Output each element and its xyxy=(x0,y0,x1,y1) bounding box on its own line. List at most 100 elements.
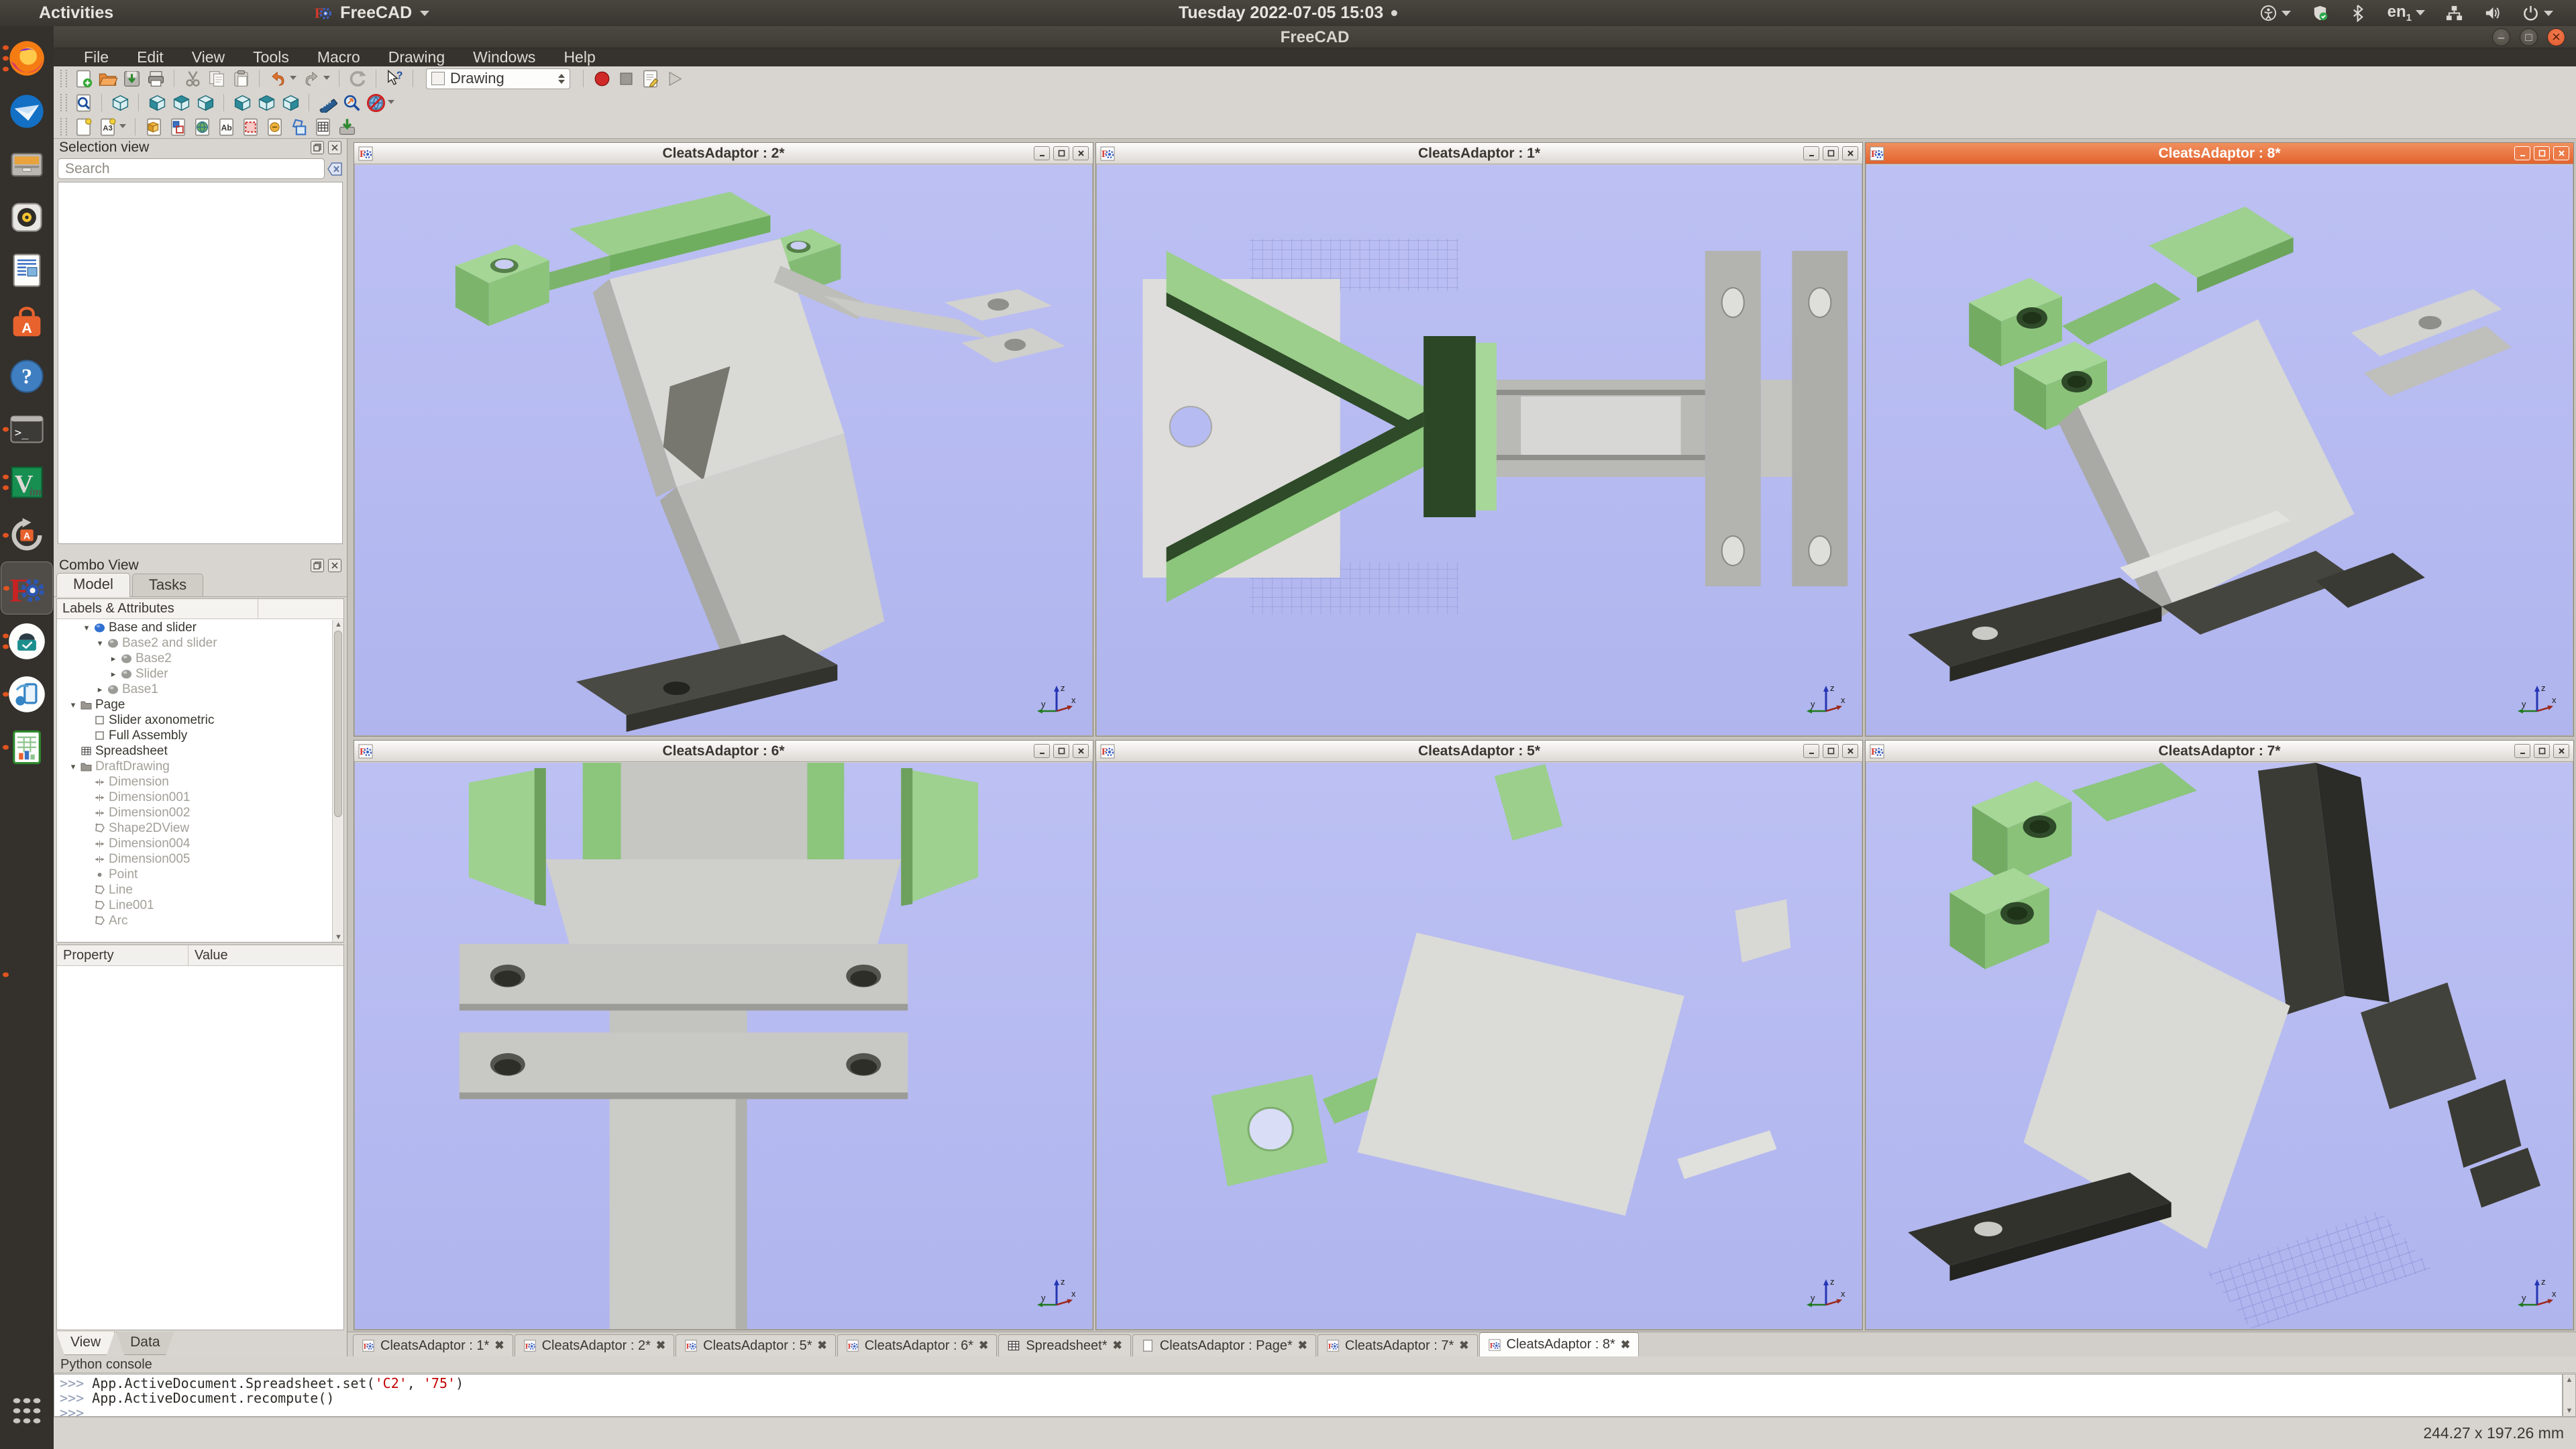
menu-edit[interactable]: Edit xyxy=(123,48,178,66)
close-icon[interactable]: ✖ xyxy=(656,1339,665,1352)
menu-file[interactable]: File xyxy=(70,48,123,66)
clip-group-button[interactable] xyxy=(238,116,262,138)
mdi-window-cleatsadaptor-2[interactable]: F CleatsAdaptor : 2* xyxy=(354,142,1093,737)
chevron-down-icon[interactable] xyxy=(323,76,330,80)
dock-item-thunderbird[interactable] xyxy=(1,85,53,138)
close-icon[interactable]: ✖ xyxy=(494,1339,504,1352)
close-icon[interactable]: ✖ xyxy=(1459,1339,1468,1352)
mdi-titlebar[interactable]: F CleatsAdaptor : 1* xyxy=(1096,143,1862,164)
property-column-header[interactable]: Property xyxy=(57,945,189,965)
mdi-window-cleatsadaptor-7[interactable]: F CleatsAdaptor : 7* xyxy=(1865,740,2574,1330)
dock-item-terminal[interactable]: >_ xyxy=(1,402,53,455)
new-document-button[interactable] xyxy=(71,68,95,90)
viewport-canvas-axonometric-8[interactable] xyxy=(1866,165,2573,735)
dock-item-device-app[interactable] xyxy=(1,667,53,720)
mdi-titlebar[interactable]: F CleatsAdaptor : 6* xyxy=(354,741,1093,762)
window-maximize-button[interactable]: □ xyxy=(2520,28,2538,46)
selection-list[interactable] xyxy=(58,182,343,544)
tray-keyboard-layout[interactable]: en1 xyxy=(2387,3,2425,23)
view-left-button[interactable] xyxy=(278,92,303,114)
mdi-minimize-button[interactable] xyxy=(2514,744,2530,758)
mdi-close-button[interactable] xyxy=(1073,744,1089,758)
window-close-button[interactable]: ✕ xyxy=(2547,28,2565,46)
close-icon[interactable]: ✖ xyxy=(1621,1338,1630,1352)
scroll-up-icon[interactable]: ▲ xyxy=(335,621,342,629)
dock-item-freecad[interactable]: F xyxy=(1,561,53,614)
dock-item-vim[interactable]: Vim xyxy=(1,455,53,508)
mdi-minimize-button[interactable] xyxy=(2514,146,2530,160)
macro-stop-button[interactable] xyxy=(614,68,638,90)
scrollbar-thumb[interactable] xyxy=(334,631,342,817)
paste-button[interactable] xyxy=(229,68,253,90)
selector-arrows-icon[interactable] xyxy=(558,74,565,84)
new-page-default-button[interactable] xyxy=(71,116,95,138)
chevron-down-icon[interactable] xyxy=(290,76,297,80)
doc-tab-cleatsadaptor-1-[interactable]: FCleatsAdaptor : 1*✖ xyxy=(353,1334,513,1356)
dock-item-software-updater[interactable]: A xyxy=(1,508,53,561)
tree-item-dimension002[interactable]: Dimension002 xyxy=(57,805,332,820)
menu-view[interactable]: View xyxy=(178,48,239,66)
open-document-button[interactable] xyxy=(95,68,119,90)
mdi-titlebar[interactable]: F CleatsAdaptor : 8* xyxy=(1866,143,2573,164)
freecad-window-titlebar[interactable]: FreeCAD – □ ✕ xyxy=(54,26,2576,48)
app-menu-button[interactable]: F FreeCAD xyxy=(315,3,429,23)
tree-item-slider[interactable]: ▸Slider xyxy=(57,666,332,682)
view-right-button[interactable] xyxy=(193,92,217,114)
viewport-canvas-bottom-6[interactable] xyxy=(355,763,1092,1329)
dock-item-indicator-only[interactable] xyxy=(1,948,53,1001)
view-bottom-button[interactable] xyxy=(254,92,278,114)
redo-button[interactable] xyxy=(299,68,323,90)
3d-viewport[interactable]: yzx xyxy=(1866,763,2573,1329)
tree-expander-icon[interactable]: ▾ xyxy=(68,761,78,772)
mdi-minimize-button[interactable] xyxy=(1803,146,1819,160)
toolbar-grip[interactable] xyxy=(60,94,67,111)
selection-search-input[interactable] xyxy=(58,158,325,179)
3d-viewport[interactable]: yzx xyxy=(1097,165,1862,735)
menu-macro[interactable]: Macro xyxy=(303,48,374,66)
3d-viewport[interactable]: yzx xyxy=(1097,763,1862,1329)
mdi-close-button[interactable] xyxy=(2553,744,2569,758)
mdi-titlebar[interactable]: F CleatsAdaptor : 5* xyxy=(1096,741,1862,762)
close-icon[interactable]: ✖ xyxy=(1298,1339,1307,1352)
mdi-maximize-button[interactable] xyxy=(1823,744,1839,758)
macro-edit-button[interactable] xyxy=(638,68,662,90)
panel-close-button[interactable] xyxy=(328,559,341,572)
tree-item-base2[interactable]: ▸Base2 xyxy=(57,651,332,666)
dock-item-libreoffice-calc[interactable] xyxy=(1,720,53,773)
macro-record-button[interactable] xyxy=(590,68,614,90)
chevron-down-icon[interactable] xyxy=(119,124,126,128)
dock-item-ubuntu-software[interactable]: A xyxy=(1,297,53,350)
3d-viewport[interactable]: yzx xyxy=(1866,165,2573,735)
python-console-scrollbar[interactable]: ▲▼ xyxy=(2563,1374,2576,1417)
whats-this-button[interactable]: ? xyxy=(382,68,407,90)
mdi-window-cleatsadaptor-5[interactable]: F CleatsAdaptor : 5* yzx xyxy=(1095,740,1863,1330)
doc-tab-cleatsadaptor-2-[interactable]: FCleatsAdaptor : 2*✖ xyxy=(515,1334,675,1356)
tree-expander-icon[interactable]: ▾ xyxy=(82,623,91,633)
tree-item-dimension004[interactable]: Dimension004 xyxy=(57,836,332,851)
dock-item-rhythmbox[interactable] xyxy=(1,191,53,244)
mdi-minimize-button[interactable] xyxy=(1803,744,1819,758)
workbench-selector[interactable]: Drawing xyxy=(426,68,570,89)
mdi-maximize-button[interactable] xyxy=(2534,146,2550,160)
scroll-down-icon[interactable]: ▼ xyxy=(335,933,342,941)
tray-bluetooth[interactable] xyxy=(2349,4,2367,22)
doc-tab-cleatsadaptor-7-[interactable]: FCleatsAdaptor : 7*✖ xyxy=(1318,1334,1478,1356)
mdi-minimize-button[interactable] xyxy=(1034,744,1050,758)
mdi-titlebar[interactable]: F CleatsAdaptor : 2* xyxy=(354,143,1093,164)
doc-tab-cleatsadaptor-6-[interactable]: FCleatsAdaptor : 6*✖ xyxy=(837,1334,998,1356)
close-icon[interactable]: ✖ xyxy=(817,1339,826,1352)
refresh-button[interactable] xyxy=(345,68,370,90)
tray-volume[interactable] xyxy=(2483,4,2502,22)
python-console-body[interactable]: >>> App.ActiveDocument.Spreadsheet.set('… xyxy=(54,1374,2563,1417)
spreadsheet-view-button[interactable] xyxy=(311,116,335,138)
dock-item-show-apps[interactable] xyxy=(1,1384,53,1437)
menu-windows[interactable]: Windows xyxy=(459,48,549,66)
cut-button[interactable] xyxy=(180,68,205,90)
chevron-down-icon[interactable] xyxy=(388,100,394,104)
close-icon[interactable]: ✖ xyxy=(1113,1339,1122,1352)
viewport-canvas-front-1[interactable] xyxy=(1097,165,1862,735)
view-rear-button[interactable] xyxy=(230,92,254,114)
tree-item-draftdrawing[interactable]: ▾DraftDrawing xyxy=(57,759,332,774)
tree-item-point[interactable]: Point xyxy=(57,867,332,882)
mdi-window-cleatsadaptor-6[interactable]: F CleatsAdaptor : 6* xyxy=(354,740,1093,1330)
